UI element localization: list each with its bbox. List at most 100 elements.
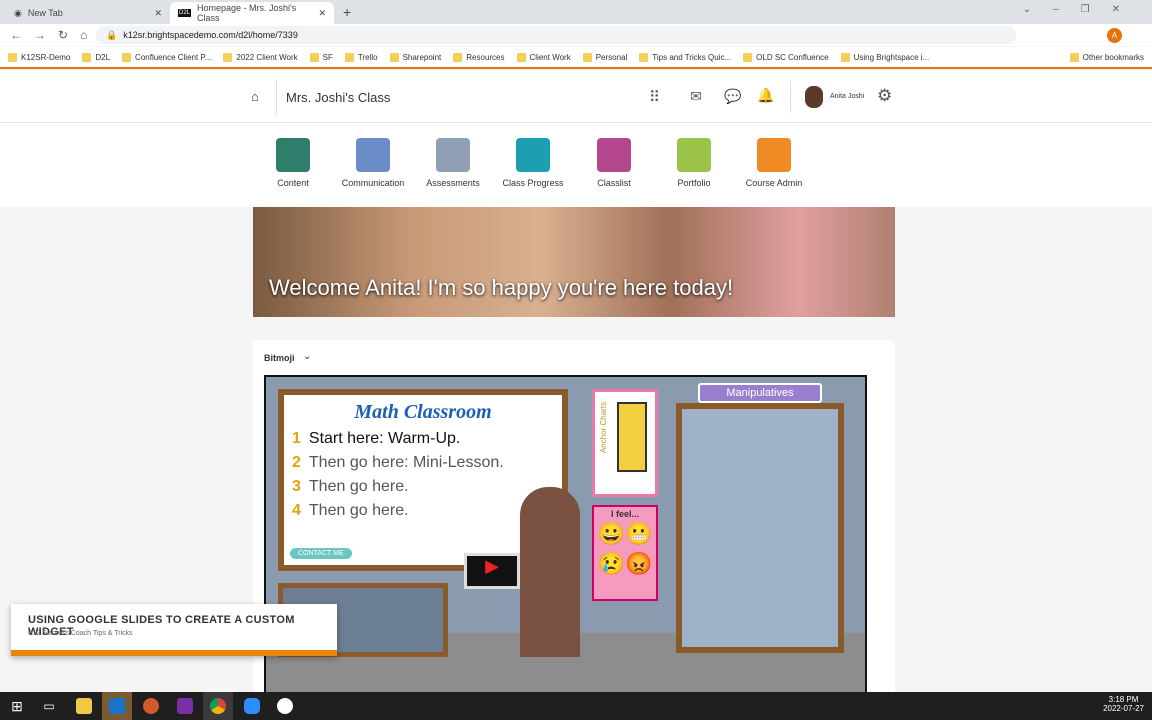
i-feel-label: I feel... bbox=[610, 509, 639, 519]
slack-icon[interactable] bbox=[270, 692, 300, 720]
bookmark-icon bbox=[516, 52, 526, 62]
manipulatives-sign: Manipulatives bbox=[698, 383, 822, 403]
nav-course-admin[interactable]: Course Admin bbox=[736, 138, 812, 188]
lower-third-subtitle: K12 Success Coach Tips & Tricks bbox=[28, 630, 133, 637]
nav-classlist[interactable]: Classlist bbox=[576, 138, 652, 188]
nav-icon bbox=[757, 138, 791, 172]
clock-time: 3:18 PM bbox=[1108, 695, 1139, 704]
manipulatives-shelf[interactable] bbox=[676, 403, 844, 653]
nav-portfolio[interactable]: Portfolio bbox=[656, 138, 732, 188]
nav-label: Assessments bbox=[426, 178, 480, 188]
new-tab-button[interactable]: + bbox=[343, 4, 351, 20]
bell-icon[interactable]: 🔔 bbox=[757, 87, 774, 104]
bookmark-item[interactable]: K12SR-Demo bbox=[8, 52, 71, 62]
step-item[interactable]: 2 Then go here: Mini-Lesson. bbox=[292, 454, 562, 472]
bookmark-label: OLD SC Confluence bbox=[756, 52, 829, 62]
user-name[interactable]: Anita Joshi bbox=[830, 93, 864, 100]
task-view-icon[interactable]: ▭ bbox=[34, 692, 64, 720]
bookmark-icon bbox=[453, 52, 463, 62]
bookmark-item[interactable]: D2L bbox=[82, 52, 111, 62]
course-title[interactable]: Mrs. Joshi's Class bbox=[286, 90, 390, 105]
welcome-banner: Welcome Anita! I'm so happy you're here … bbox=[253, 207, 895, 317]
anchor-charts-poster[interactable]: Anchor Charts bbox=[592, 389, 658, 497]
window-controls[interactable]: ⌄–❐✕ bbox=[1023, 4, 1142, 15]
chat-icon[interactable]: 💬 bbox=[724, 88, 741, 105]
step-number: 1 bbox=[292, 430, 301, 447]
nav-label: Classlist bbox=[597, 178, 631, 188]
bookmark-icon bbox=[344, 52, 354, 62]
bookmark-item[interactable]: Personal bbox=[582, 52, 627, 62]
mail-icon[interactable]: ✉ bbox=[690, 88, 702, 105]
d2l-icon: D2L bbox=[178, 9, 192, 17]
nav-content[interactable]: Content bbox=[255, 138, 331, 188]
bookmark-item[interactable]: Confluence Client P... bbox=[122, 52, 211, 62]
gear-icon[interactable]: ⚙ bbox=[877, 86, 892, 106]
board-title: Math Classroom bbox=[354, 401, 492, 423]
chrome-taskbar-icon[interactable] bbox=[203, 692, 233, 720]
bookmark-label: K12SR-Demo bbox=[21, 52, 71, 62]
bookmark-item[interactable]: Using Brightspace i... bbox=[840, 52, 930, 62]
bookmark-icon bbox=[309, 52, 319, 62]
address-bar[interactable]: 🔒 k12sr.brightspacedemo.com/d2l/home/7339 bbox=[96, 26, 1016, 44]
close-icon[interactable]: ✕ bbox=[318, 8, 326, 19]
nav-label: Portfolio bbox=[677, 178, 711, 188]
step-number: 4 bbox=[292, 502, 301, 519]
nav-icon bbox=[516, 138, 550, 172]
video-lower-third: USING GOOGLE SLIDES TO CREATE A CUSTOM W… bbox=[11, 604, 337, 656]
step-item[interactable]: 1 Start here: Warm-Up. bbox=[292, 430, 562, 448]
grid-icon[interactable]: ⠿ bbox=[649, 88, 660, 106]
bookmark-label: 2022 Client Work bbox=[236, 52, 298, 62]
file-explorer-icon[interactable] bbox=[69, 692, 99, 720]
lock-icon: 🔒 bbox=[106, 29, 118, 40]
outlook-icon[interactable] bbox=[102, 692, 132, 720]
close-icon[interactable]: ✕ bbox=[154, 8, 162, 19]
contact-me-button[interactable]: CONTACT ME bbox=[290, 548, 352, 559]
pencil-icon bbox=[617, 402, 647, 472]
nav-communication[interactable]: Communication bbox=[335, 138, 411, 188]
profile-avatar[interactable]: A bbox=[1107, 28, 1122, 43]
step-item[interactable]: 3 Then go here. bbox=[292, 478, 562, 496]
bookmark-label: Tips and Tricks Quic... bbox=[652, 52, 732, 62]
nav-class-progress[interactable]: Class Progress bbox=[495, 138, 571, 188]
anchor-charts-label: Anchor Charts bbox=[599, 402, 608, 454]
system-clock[interactable]: 3:18 PM 2022-07-27 bbox=[1103, 695, 1144, 713]
bitmoji-classroom[interactable]: Math Classroom 1 Start here: Warm-Up. 2 The… bbox=[264, 375, 867, 695]
bookmark-label: D2L bbox=[95, 52, 111, 62]
laptop-video[interactable]: ▶ bbox=[464, 553, 520, 589]
onenote-icon[interactable] bbox=[170, 692, 200, 720]
bookmark-item[interactable]: Tips and Tricks Quic... bbox=[639, 52, 732, 62]
bookmark-item[interactable]: OLD SC Confluence bbox=[743, 52, 829, 62]
bookmark-item[interactable]: SF bbox=[309, 52, 333, 62]
zoom-icon[interactable] bbox=[237, 692, 267, 720]
nav-icon bbox=[356, 138, 390, 172]
bookmark-item[interactable]: Client Work bbox=[516, 52, 571, 62]
tab-label: Homepage - Mrs. Joshi's Class bbox=[197, 3, 297, 23]
tab-new-tab[interactable]: ◉ New Tab ✕ bbox=[6, 2, 170, 24]
bookmark-label: Using Brightspace i... bbox=[853, 52, 930, 62]
bookmark-item[interactable]: Trello bbox=[344, 52, 378, 62]
other-bookmarks[interactable]: Other bookmarks bbox=[1069, 52, 1144, 62]
widget-title: Bitmoji bbox=[264, 353, 295, 363]
step-number: 3 bbox=[292, 478, 301, 495]
tab-homepage[interactable]: D2L Homepage - Mrs. Joshi's Class ✕ bbox=[170, 2, 334, 24]
bookmark-icon bbox=[389, 52, 399, 62]
step-text: Start here: Warm-Up. bbox=[308, 430, 461, 447]
home-icon[interactable]: ⌂ bbox=[251, 89, 259, 104]
chevron-down-icon[interactable]: ⌄ bbox=[303, 351, 311, 362]
snipping-tool-icon[interactable] bbox=[136, 692, 166, 720]
windows-start-icon[interactable]: ⊞ bbox=[2, 692, 32, 720]
bookmark-item[interactable]: 2022 Client Work bbox=[223, 52, 298, 62]
page-header: ⌂ Mrs. Joshi's Class ⠿ ✉ 💬 🔔 Anita Joshi… bbox=[0, 71, 1152, 123]
bookmark-item[interactable]: Sharepoint bbox=[389, 52, 441, 62]
nav-label: Course Admin bbox=[745, 178, 803, 188]
bookmark-label: SF bbox=[322, 52, 333, 62]
url-text: k12sr.brightspacedemo.com/d2l/home/7339 bbox=[123, 30, 298, 40]
nav-assessments[interactable]: Assessments bbox=[415, 138, 491, 188]
emoji-faces-icon: 😀😬 😢😡 bbox=[597, 521, 653, 576]
nav-buttons[interactable]: ←→↻⌂ bbox=[10, 28, 99, 42]
clock-date: 2022-07-27 bbox=[1103, 704, 1144, 713]
bookmark-item[interactable]: Resources bbox=[453, 52, 505, 62]
avatar[interactable] bbox=[805, 86, 823, 108]
feelings-poster[interactable]: I feel... 😀😬 😢😡 bbox=[592, 505, 658, 601]
bitmoji-avatar bbox=[520, 487, 580, 657]
